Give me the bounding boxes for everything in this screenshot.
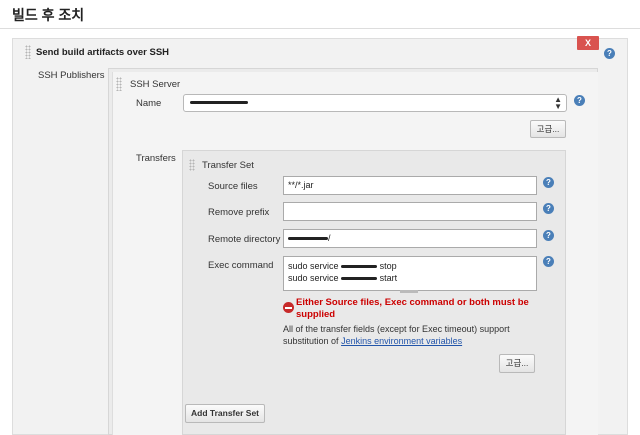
drag-handle-icon[interactable] (116, 77, 122, 91)
help-icon[interactable]: ? (543, 177, 554, 188)
exec-line-2-prefix: sudo service (288, 273, 339, 283)
exec-line-2-suffix: start (379, 273, 398, 283)
chevron-updown-icon: ▲ ▼ (554, 95, 562, 111)
remove-prefix-label: Remove prefix (208, 207, 270, 218)
redacted-server-name (190, 101, 248, 105)
exec-command-label: Exec command (208, 260, 274, 271)
error-icon (283, 302, 294, 313)
help-icon[interactable]: ? (543, 230, 554, 241)
help-icon[interactable]: ? (604, 48, 615, 59)
exec-command-textarea[interactable]: sudo service stop sudo service start (283, 256, 537, 291)
server-advanced-button[interactable]: 고급... (530, 120, 566, 138)
page-title: 빌드 후 조치 (12, 7, 85, 23)
remote-directory-input[interactable]: / (283, 229, 537, 248)
redacted-directory (288, 237, 328, 241)
textarea-resize-grip[interactable] (400, 290, 418, 293)
ssh-publishers-label: SSH Publishers (38, 70, 105, 81)
exec-line-1: sudo service stop (288, 260, 532, 272)
remote-directory-suffix: / (328, 233, 331, 243)
remote-directory-label: Remote directory (208, 234, 281, 245)
help-icon[interactable]: ? (543, 203, 554, 214)
name-label: Name (136, 98, 162, 109)
jenkins-env-vars-link[interactable]: Jenkins environment variables (341, 336, 462, 346)
validation-error-message: Either Source files, Exec command or bot… (296, 297, 529, 320)
exec-line-1-suffix: stop (379, 261, 397, 271)
source-files-label: Source files (208, 181, 258, 192)
delete-publisher-button[interactable]: X (577, 36, 599, 50)
title-divider (0, 28, 640, 29)
source-files-input[interactable]: **/*.jar (283, 176, 537, 195)
add-transfer-set-button[interactable]: Add Transfer Set (185, 404, 265, 423)
exec-line-1-prefix: sudo service (288, 261, 339, 271)
drag-handle-icon[interactable] (189, 159, 195, 171)
publisher-section-title: Send build artifacts over SSH (36, 47, 170, 58)
substitution-info: All of the transfer fields (except for E… (283, 323, 553, 347)
exec-line-2: sudo service start (288, 272, 532, 284)
help-icon[interactable]: ? (574, 95, 585, 106)
redacted-service (341, 277, 378, 281)
ssh-server-name-select[interactable]: ▲ ▼ (183, 94, 567, 112)
redacted-service (341, 265, 378, 269)
ssh-server-title: SSH Server (130, 79, 181, 90)
transfer-set-title: Transfer Set (202, 160, 254, 171)
drag-handle-icon[interactable] (25, 45, 31, 59)
remove-prefix-input[interactable] (283, 202, 537, 221)
transfer-advanced-button[interactable]: 고급... (499, 354, 535, 373)
transfers-label: Transfers (136, 153, 176, 164)
help-icon[interactable]: ? (543, 256, 554, 267)
